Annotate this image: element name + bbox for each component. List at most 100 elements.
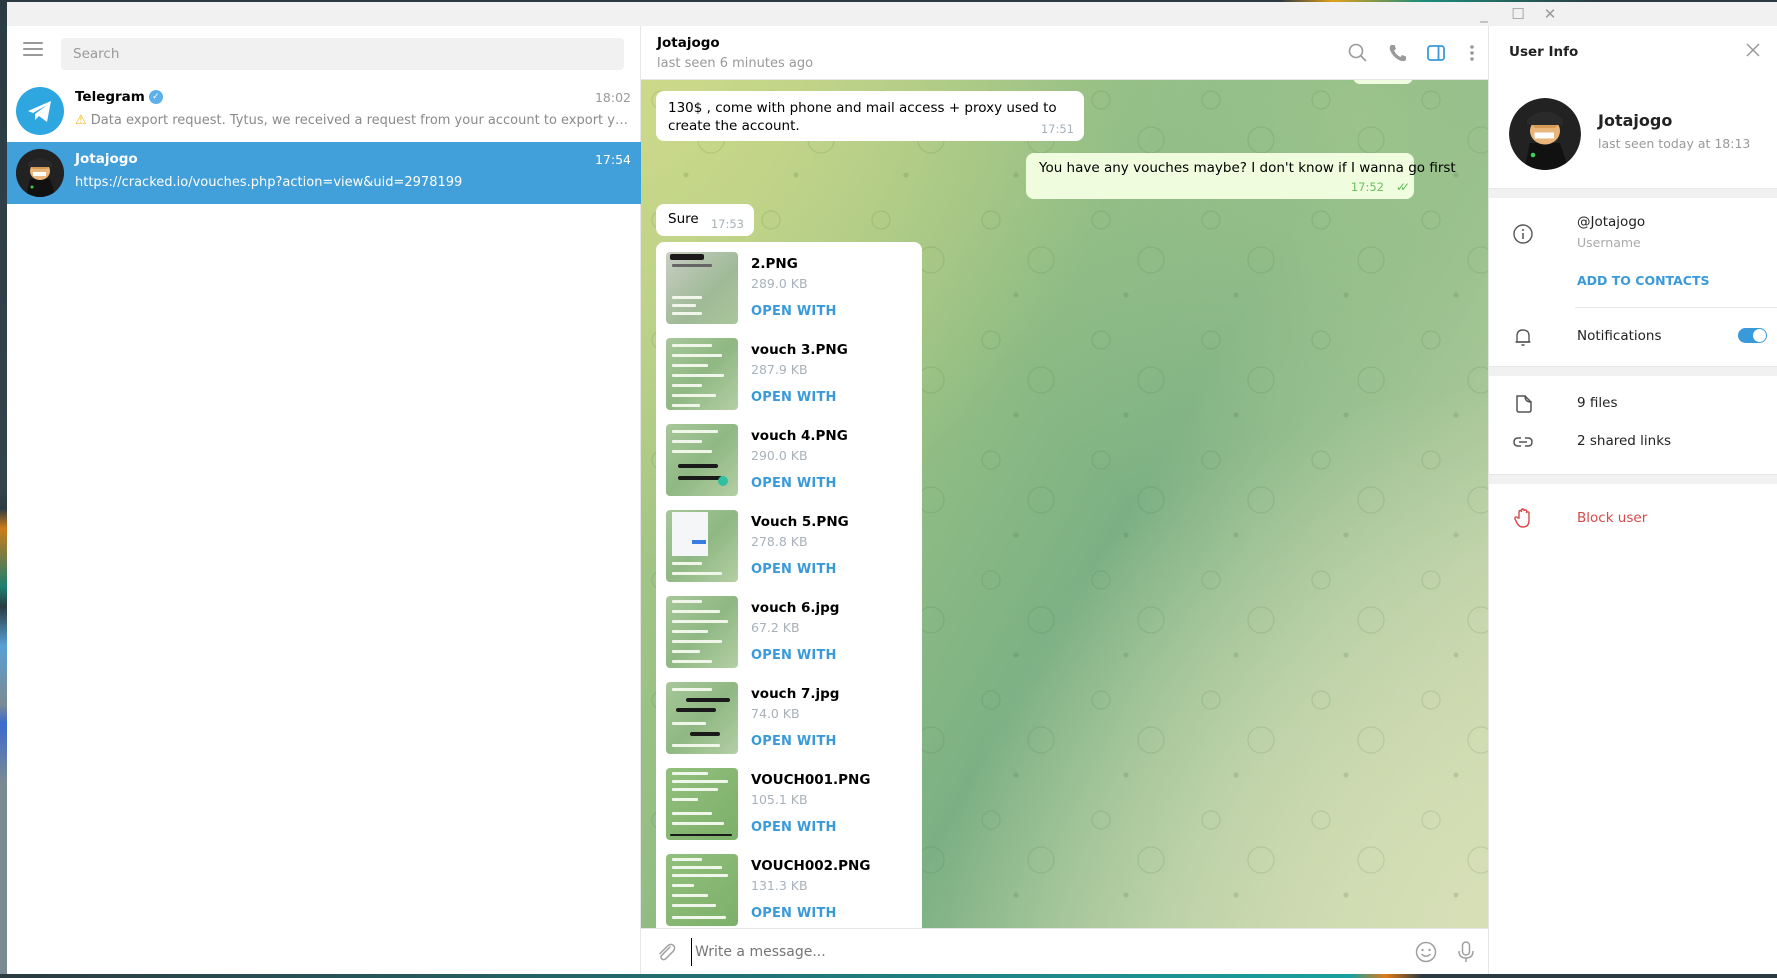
message-text: Sure <box>668 211 699 227</box>
emoji-button[interactable] <box>1413 939 1439 965</box>
open-with-button[interactable]: OPEN WITH <box>751 476 837 491</box>
avatar-jotajogo <box>16 149 64 197</box>
chat-item-jotajogo[interactable]: Jotajogo 17:54 https://cracked.io/vouche… <box>7 142 641 204</box>
file-attachment[interactable]: 2.PNG 289.0 KB OPEN WITH <box>656 252 922 338</box>
open-with-button[interactable]: OPEN WITH <box>751 304 837 319</box>
messages-area[interactable]: 130$ , come with phone and mail access +… <box>641 80 1488 928</box>
message-text: 130$ , come with phone and mail access +… <box>668 100 1057 134</box>
message-composer <box>641 928 1488 974</box>
file-album-message: 2.PNG 289.0 KB OPEN WITH vouch 3.PNG 287… <box>656 242 922 928</box>
chat-list-sidebar: Search Telegram ✓ 18:02 ⚠ Data export req… <box>7 26 641 974</box>
file-thumbnail[interactable] <box>666 510 738 582</box>
message-time: 17:51 <box>1040 122 1074 136</box>
row-divider <box>1575 307 1777 308</box>
chat-title[interactable]: Jotajogo <box>657 35 720 51</box>
file-name: 2.PNG <box>751 256 798 272</box>
shared-links-item[interactable]: 2 shared links <box>1577 433 1671 449</box>
file-thumbnail[interactable] <box>666 682 738 754</box>
search-input[interactable]: Search <box>61 38 624 70</box>
file-name: VOUCH001.PNG <box>751 772 871 788</box>
file-size: 74.0 KB <box>751 706 800 721</box>
file-attachment[interactable]: vouch 3.PNG 287.9 KB OPEN WITH <box>656 338 922 424</box>
file-thumbnail[interactable] <box>666 424 738 496</box>
search-button[interactable] <box>1345 40 1371 66</box>
conversation-panel: Jotajogo last seen 6 minutes ago 130$ , … <box>641 26 1488 974</box>
close-window-button[interactable]: ✕ <box>1539 5 1561 23</box>
file-attachment[interactable]: vouch 4.PNG 290.0 KB OPEN WITH <box>656 424 922 510</box>
phone-icon <box>1389 45 1406 62</box>
file-size: 278.8 KB <box>751 534 808 549</box>
maximize-icon: ☐ <box>1511 5 1525 23</box>
voice-record-button[interactable] <box>1453 939 1479 965</box>
file-thumbnail[interactable] <box>666 596 738 668</box>
telegram-logo-icon <box>28 101 51 122</box>
shared-files-item[interactable]: 9 files <box>1577 395 1617 411</box>
file-name: VOUCH002.PNG <box>751 858 871 874</box>
sidebar-toggle-icon <box>1427 45 1445 61</box>
chat-time: 17:54 <box>594 152 631 167</box>
file-attachment[interactable]: VOUCH002.PNG 131.3 KB OPEN WITH <box>656 854 922 928</box>
file-name: vouch 7.jpg <box>751 686 840 702</box>
open-with-button[interactable]: OPEN WITH <box>751 648 837 663</box>
message-time: 17:53 <box>710 217 744 231</box>
user-info-panel: User Info Jotajogo last seen today at 18… <box>1488 26 1777 974</box>
info-icon <box>1511 222 1535 246</box>
message-text: You have any vouches maybe? I don't know… <box>1039 160 1456 176</box>
chat-item-telegram[interactable]: Telegram ✓ 18:02 ⚠ Data export request. T… <box>7 80 641 142</box>
open-with-button[interactable]: OPEN WITH <box>751 906 837 921</box>
file-name: Vouch 5.PNG <box>751 514 849 530</box>
section-divider <box>1489 188 1777 198</box>
open-with-button[interactable]: OPEN WITH <box>751 562 837 577</box>
message-time: 17:52 <box>1350 180 1384 194</box>
attach-button[interactable] <box>653 939 679 965</box>
desktop-bottom-edge <box>0 974 1777 978</box>
bell-icon <box>1511 325 1535 349</box>
call-button[interactable] <box>1385 40 1411 66</box>
telegram-window: _ ☐ ✕ Search Telegram ✓ 18:02 ⚠ Data expo… <box>7 2 1777 974</box>
chat-preview: ⚠ Data export request. Tytus, we receive… <box>75 113 629 128</box>
previous-message-fragment <box>1353 80 1413 84</box>
open-with-button[interactable]: OPEN WITH <box>751 390 837 405</box>
block-user-button[interactable]: Block user <box>1577 510 1647 526</box>
file-size: 67.2 KB <box>751 620 800 635</box>
open-with-button[interactable]: OPEN WITH <box>751 734 837 749</box>
file-name: vouch 6.jpg <box>751 600 840 616</box>
avatar-telegram <box>16 87 64 135</box>
message-outgoing[interactable]: You have any vouches maybe? I don't know… <box>1026 153 1456 199</box>
close-panel-button[interactable] <box>1743 40 1763 60</box>
file-thumbnail[interactable] <box>666 768 738 840</box>
file-thumbnail[interactable] <box>666 252 738 324</box>
chat-name: Telegram ✓ <box>75 89 163 105</box>
file-thumbnail[interactable] <box>666 854 738 926</box>
file-size: 290.0 KB <box>751 448 808 463</box>
microphone-icon <box>1458 941 1474 962</box>
notifications-toggle[interactable] <box>1738 328 1767 343</box>
chat-header: Jotajogo last seen 6 minutes ago <box>641 26 1488 80</box>
chat-name: Jotajogo <box>75 151 138 167</box>
toggle-info-panel-button[interactable] <box>1423 40 1449 66</box>
profile-name: Jotajogo <box>1598 111 1673 130</box>
more-options-button[interactable] <box>1459 40 1485 66</box>
add-to-contacts-button[interactable]: ADD TO CONTACTS <box>1577 273 1709 288</box>
file-name: vouch 4.PNG <box>751 428 848 444</box>
search-icon <box>1348 43 1367 62</box>
file-attachment[interactable]: vouch 6.jpg 67.2 KB OPEN WITH <box>656 596 922 682</box>
more-vertical-icon <box>1470 45 1474 61</box>
minimize-button[interactable]: _ <box>1473 5 1495 23</box>
message-incoming[interactable]: 130$ , come with phone and mail access +… <box>656 91 1084 141</box>
file-attachment[interactable]: VOUCH001.PNG 105.1 KB OPEN WITH <box>656 768 922 854</box>
verified-badge-icon: ✓ <box>148 90 163 104</box>
section-divider <box>1489 366 1777 376</box>
message-incoming[interactable]: Sure 17:53 <box>656 204 754 236</box>
main-menu-button[interactable] <box>23 42 43 56</box>
profile-avatar[interactable] <box>1509 98 1581 170</box>
file-attachment[interactable]: Vouch 5.PNG 278.8 KB OPEN WITH <box>656 510 922 596</box>
maximize-button[interactable]: ☐ <box>1507 5 1529 23</box>
username-value[interactable]: @Jotajogo <box>1577 214 1645 230</box>
user-avatar-image <box>1509 98 1581 170</box>
open-with-button[interactable]: OPEN WITH <box>751 820 837 835</box>
message-input[interactable] <box>691 938 1331 966</box>
file-thumbnail[interactable] <box>666 338 738 410</box>
file-attachment[interactable]: vouch 7.jpg 74.0 KB OPEN WITH <box>656 682 922 768</box>
link-icon <box>1511 430 1535 454</box>
